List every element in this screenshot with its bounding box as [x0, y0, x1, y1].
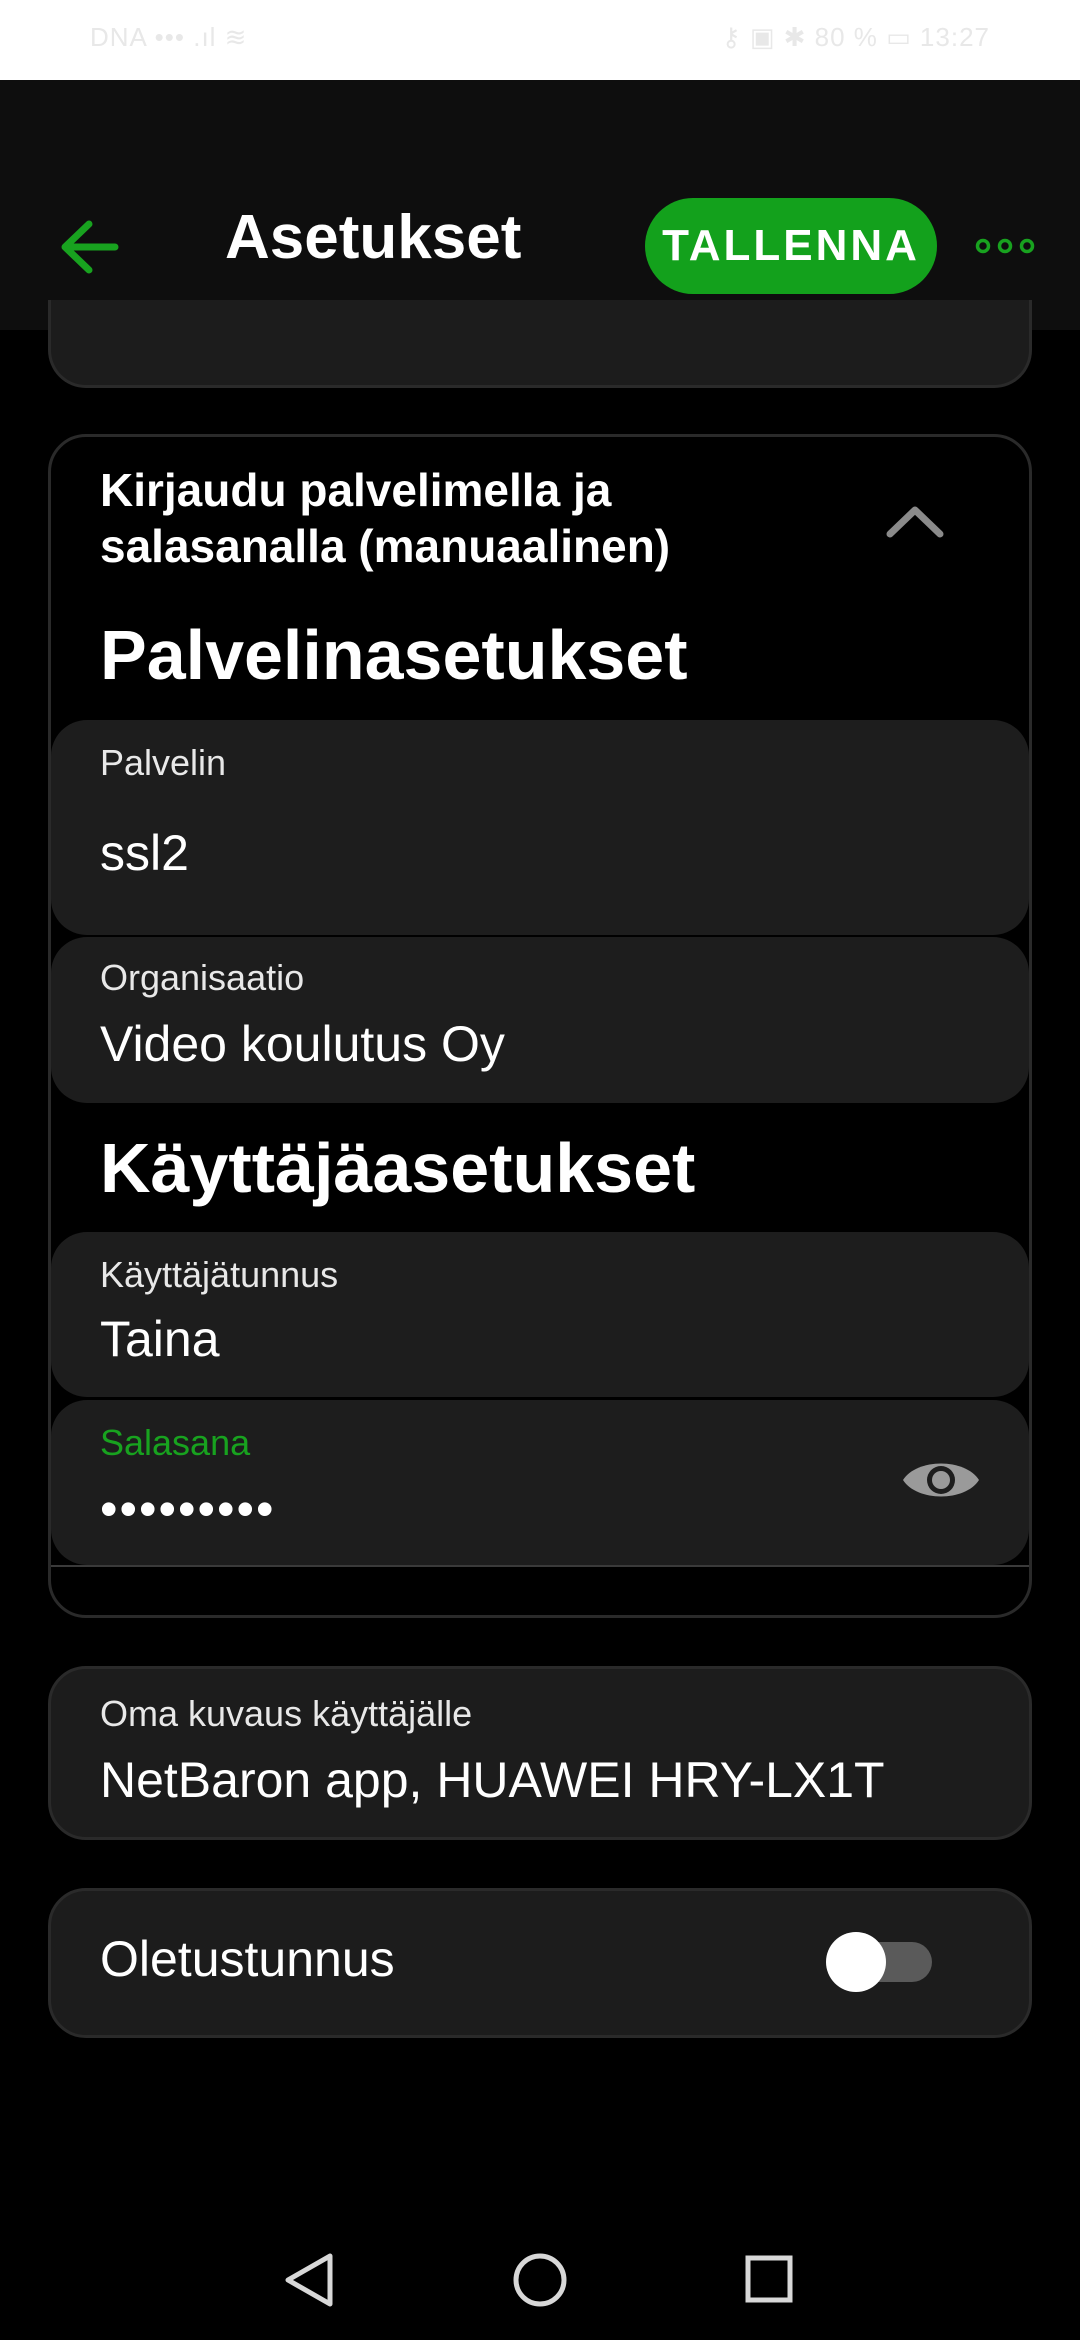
previous-card	[48, 300, 1032, 388]
server-value[interactable]: ssl2	[100, 824, 189, 882]
default-account-toggle-thumb[interactable]	[826, 1932, 886, 1992]
description-value[interactable]: NetBaron app, HUAWEI HRY-LX1T	[100, 1751, 885, 1809]
system-nav-bar	[285, 2253, 793, 2307]
server-field[interactable]: Palvelin ssl2	[51, 720, 1029, 935]
username-field[interactable]: Käyttäjätunnus Taina	[51, 1232, 1029, 1397]
status-left: DNA ••• .ıl ≋	[90, 22, 248, 52]
app-bar	[0, 80, 1080, 330]
status-bar: DNA ••• .ıl ≋ ⚷ ▣ ✱ 80 % ▭ 13:27	[0, 0, 1080, 80]
username-label: Käyttäjätunnus	[100, 1254, 339, 1295]
description-label: Oma kuvaus käyttäjälle	[100, 1693, 473, 1734]
more-options-icon[interactable]	[975, 238, 1035, 254]
organization-label: Organisaatio	[100, 957, 305, 998]
password-value[interactable]: •••••••••	[100, 1480, 276, 1538]
chevron-up-icon[interactable]	[880, 490, 950, 550]
save-button[interactable]: TALLENNA	[645, 198, 937, 294]
organization-value[interactable]: Video koulutus Oy	[100, 1015, 505, 1073]
description-field[interactable]: Oma kuvaus käyttäjälle NetBaron app, HUA…	[48, 1666, 1032, 1840]
organization-field[interactable]: Organisaatio Video koulutus Oy	[51, 937, 1029, 1103]
back-arrow-icon[interactable]	[55, 212, 125, 282]
nav-recents-icon[interactable]	[745, 2255, 793, 2303]
status-right: ⚷ ▣ ✱ 80 % ▭ 13:27	[721, 22, 990, 52]
page-title: Asetukset	[225, 203, 522, 272]
default-account-label: Oletustunnus	[100, 1931, 395, 1987]
username-value[interactable]: Taina	[100, 1310, 220, 1368]
server-label: Palvelin	[100, 742, 227, 783]
server-settings-heading: Palvelinasetukset	[100, 616, 688, 694]
manual-login-header[interactable]: Kirjaudu palvelimella ja salasanalla (ma…	[100, 462, 860, 574]
eye-icon[interactable]	[901, 1452, 981, 1508]
nav-home-icon[interactable]	[513, 2253, 567, 2307]
password-underline	[51, 1565, 1029, 1567]
password-label: Salasana	[100, 1422, 251, 1463]
password-field[interactable]: Salasana •••••••••	[51, 1400, 1029, 1565]
nav-back-icon[interactable]	[285, 2253, 333, 2307]
user-settings-heading: Käyttäjäasetukset	[100, 1129, 696, 1207]
